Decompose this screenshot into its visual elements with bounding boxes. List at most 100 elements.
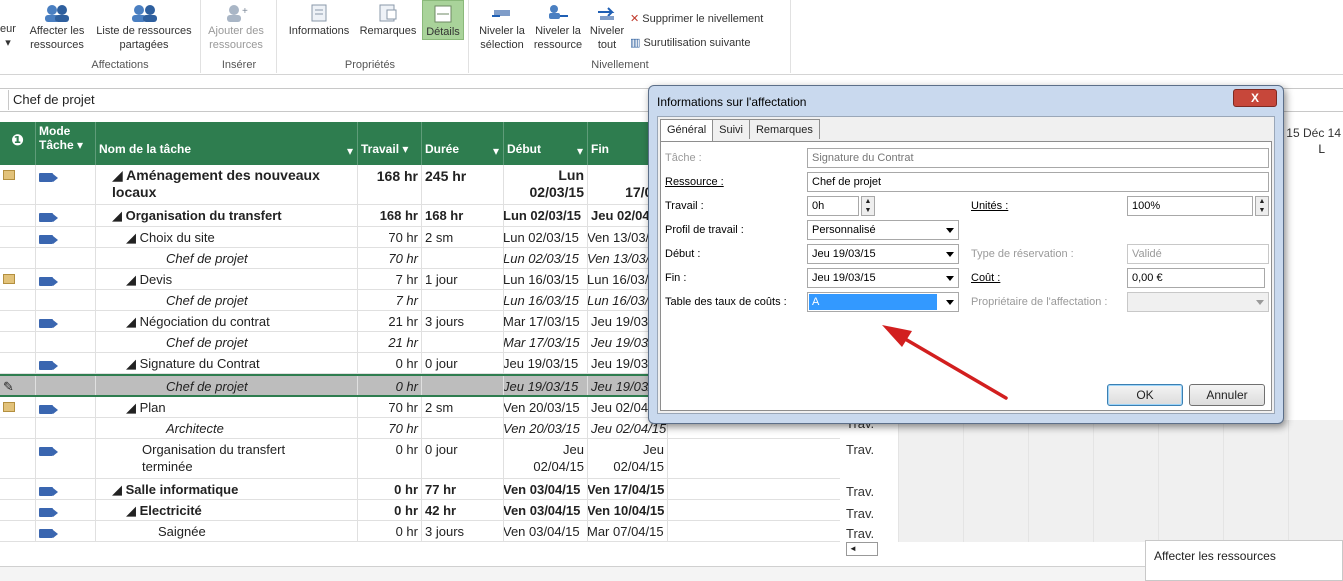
finish-date-select[interactable]: Jeu 19/03/15	[807, 268, 959, 288]
informations-button[interactable]: Informations	[282, 4, 356, 38]
group-label-affectations: Affectations	[91, 59, 149, 71]
group-separator	[468, 0, 469, 73]
note-icon	[3, 274, 15, 284]
task-name-header[interactable]: Nom de la tâche ▾	[96, 122, 358, 165]
timescale-day-letter: L	[1318, 142, 1325, 156]
chevron-down-icon	[946, 228, 954, 233]
assign-resources-button[interactable]: Affecter les ressources	[24, 4, 90, 52]
chevron-down-icon	[946, 252, 954, 257]
tab-remarques[interactable]: Remarques	[748, 119, 820, 139]
scroll-left-icon: ◄	[849, 544, 857, 553]
units-field[interactable]: 100%	[1127, 196, 1253, 216]
cancel-button[interactable]: Annuler	[1189, 384, 1265, 406]
booking-type-label: Type de réservation :	[971, 248, 1074, 260]
add-person-icon: +	[227, 5, 248, 22]
work-spinner[interactable]: ▲ ▼	[861, 196, 875, 216]
clear-leveling-button[interactable]: ✕ Supprimer le nivellement	[630, 12, 763, 25]
level-resource-icon	[549, 5, 568, 19]
auto-schedule-icon	[39, 529, 58, 538]
edit-pencil-icon: ✎	[3, 379, 14, 394]
work-profile-select[interactable]: Personnalisé	[807, 220, 959, 240]
finish-label: Fin :	[665, 272, 687, 284]
usage-gray-grid	[898, 420, 1343, 542]
task-label: Tâche :	[665, 152, 702, 164]
status-bar	[0, 566, 1343, 581]
dialog-body: Général Suivi Remarques Tâche : Signature …	[657, 116, 1275, 414]
level-selection-button[interactable]: Niveler la sélection	[474, 4, 530, 52]
resource-field[interactable]: Chef de projet	[807, 172, 1269, 192]
group-label-nivellement: Nivellement	[591, 59, 649, 71]
close-icon: X	[1250, 91, 1259, 105]
notes-button[interactable]: Remarques	[356, 4, 420, 38]
usage-row-label: Trav.	[846, 506, 875, 521]
ok-button[interactable]: OK	[1107, 384, 1183, 406]
auto-schedule-icon	[39, 173, 58, 182]
cost-rate-table-select[interactable]: A	[807, 292, 959, 312]
details-button[interactable]: Détails	[422, 0, 464, 40]
chevron-down-icon	[1256, 300, 1264, 305]
tab-general[interactable]: Général	[660, 119, 714, 141]
people-icon	[45, 5, 69, 22]
shared-resources-button[interactable]: Liste de ressources partagées	[92, 4, 196, 52]
start-label: Début :	[665, 248, 701, 260]
auto-schedule-icon	[39, 235, 58, 244]
auto-schedule-icon	[39, 361, 58, 370]
auto-schedule-icon	[39, 319, 58, 328]
level-all-button[interactable]: Niveler tout	[588, 4, 626, 52]
indicator-header[interactable]: ❶	[0, 122, 36, 165]
horizontal-scrollbar[interactable]: ◄	[846, 542, 878, 556]
spin-down-icon: ▼	[864, 207, 872, 214]
usage-row-label: Trav.	[846, 484, 875, 499]
auto-schedule-icon	[39, 508, 58, 517]
table-row[interactable]: ◢ Electricité 0 hr 42 hr Ven 03/04/15 Ve…	[0, 500, 840, 521]
cost-label: Coût :	[971, 272, 1001, 284]
table-row[interactable]: ◢ Salle informatique 0 hr 77 hr Ven 03/0…	[0, 479, 840, 500]
work-header[interactable]: Travail ▾	[358, 122, 422, 165]
entry-bar-input[interactable]: Chef de projet	[8, 90, 648, 110]
auto-schedule-icon	[39, 213, 58, 222]
level-resource-button[interactable]: Niveler la ressource	[530, 4, 586, 52]
add-resources-button[interactable]: + Ajouter des ressources	[202, 4, 270, 52]
assignment-owner-label: Propriétaire de l'affectation :	[971, 296, 1108, 308]
ribbon: eur ▾ Affecter les ressources Liste de re…	[0, 0, 1343, 75]
cost-field[interactable]: 0,00 €	[1127, 268, 1265, 288]
details-icon	[434, 5, 452, 23]
level-all-icon	[598, 7, 615, 20]
units-label: Unités :	[971, 200, 1009, 212]
tab-suivi[interactable]: Suivi	[712, 119, 750, 139]
work-label: Travail :	[665, 200, 704, 212]
start-header[interactable]: Début ▾	[504, 122, 588, 165]
info-card-icon	[311, 4, 327, 22]
duration-header[interactable]: Durée ▾	[422, 122, 504, 165]
notes-icon	[379, 4, 397, 22]
mode-header[interactable]: Mode Tâche ▾	[36, 122, 96, 165]
auto-schedule-icon	[39, 487, 58, 496]
usage-row-label: Trav.	[846, 442, 875, 457]
auto-schedule-icon	[39, 405, 58, 414]
note-icon	[3, 170, 15, 180]
ribbon-partial-button[interactable]: eur ▾	[0, 22, 16, 50]
next-overallocation-button[interactable]: ▥ Surutilisation suivante	[630, 36, 750, 49]
spin-down-icon: ▼	[1258, 207, 1266, 214]
task-field: Signature du Contrat	[807, 148, 1269, 168]
info-icon: ❶	[11, 132, 24, 149]
spin-up-icon: ▲	[864, 198, 872, 205]
usage-row-label: Trav.	[846, 526, 875, 541]
group-separator	[790, 0, 791, 73]
dialog-title: Informations sur l'affectation	[657, 95, 807, 109]
work-field[interactable]: 0h	[807, 196, 859, 216]
level-selection-icon	[492, 10, 510, 17]
start-date-select[interactable]: Jeu 19/03/15	[807, 244, 959, 264]
auto-schedule-icon	[39, 447, 58, 456]
table-row[interactable]: Saignée 0 hr 3 jours Ven 03/04/15 Mar 07…	[0, 521, 840, 542]
table-row[interactable]: Organisation du transfert terminée 0 hr 0…	[0, 439, 840, 479]
shared-people-icon	[132, 5, 157, 22]
assign-resources-panel: Affecter les ressources	[1145, 540, 1343, 581]
units-spinner[interactable]: ▲ ▼	[1255, 196, 1269, 216]
close-button[interactable]: X	[1233, 89, 1277, 107]
note-icon	[3, 402, 15, 412]
overallocation-icon: ▥	[630, 37, 641, 49]
group-label-inserer: Insérer	[221, 59, 257, 71]
group-label-proprietes: Propriétés	[344, 59, 396, 71]
dialog-tabs: Général Suivi Remarques	[660, 119, 820, 141]
